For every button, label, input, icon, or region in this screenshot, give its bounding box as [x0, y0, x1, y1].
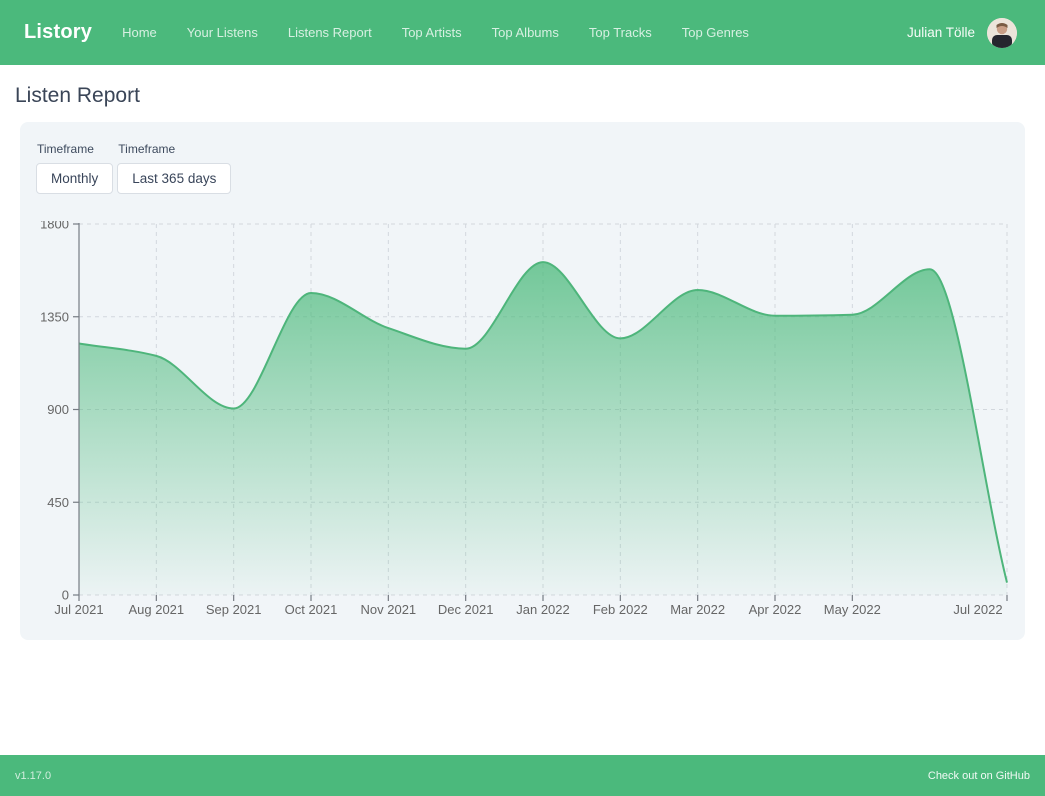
- x-tick-label: Oct 2021: [285, 602, 338, 617]
- timeframe-range-label: Timeframe: [118, 142, 231, 156]
- github-link[interactable]: Check out on GitHub: [928, 770, 1030, 782]
- app-version: v1.17.0: [15, 770, 51, 782]
- brand-logo[interactable]: Listory: [24, 21, 92, 44]
- timeframe-range-select[interactable]: Last 365 days: [117, 163, 231, 194]
- nav-item-home[interactable]: Home: [122, 25, 157, 40]
- user-menu[interactable]: Julian Tölle: [907, 18, 1017, 48]
- x-tick-label: Jul 2021: [54, 602, 103, 617]
- area-fill: [79, 262, 1007, 595]
- x-tick-label: Apr 2022: [749, 602, 802, 617]
- x-tick-label: Feb 2022: [593, 602, 648, 617]
- nav-item-top-artists[interactable]: Top Artists: [402, 25, 462, 40]
- nav-item-top-genres[interactable]: Top Genres: [682, 25, 749, 40]
- timeframe-range-group: Timeframe Last 365 days: [117, 142, 231, 194]
- nav-item-top-tracks[interactable]: Top Tracks: [589, 25, 652, 40]
- nav-item-your-listens[interactable]: Your Listens: [187, 25, 258, 40]
- navbar: Listory Home Your Listens Listens Report…: [0, 0, 1045, 65]
- timeframe-unit-select[interactable]: Monthly: [36, 163, 113, 194]
- timeframe-unit-group: Timeframe Monthly: [36, 142, 113, 194]
- main-nav: Home Your Listens Listens Report Top Art…: [122, 25, 749, 40]
- page-title: Listen Report: [15, 84, 1045, 108]
- x-tick-label: Dec 2021: [438, 602, 494, 617]
- x-tick-label: Nov 2021: [361, 602, 417, 617]
- x-tick-label: Jan 2022: [516, 602, 570, 617]
- user-avatar[interactable]: [987, 18, 1017, 48]
- y-tick-label: 450: [47, 495, 69, 510]
- nav-item-top-albums[interactable]: Top Albums: [492, 25, 559, 40]
- user-name: Julian Tölle: [907, 25, 975, 40]
- y-tick-label: 900: [47, 402, 69, 417]
- y-tick-label: 1800: [40, 221, 69, 232]
- avatar-photo: [987, 18, 1017, 48]
- report-card: Timeframe Monthly Timeframe Last 365 day…: [20, 122, 1025, 640]
- x-tick-label: Mar 2022: [670, 602, 725, 617]
- x-tick-label: Sep 2021: [206, 602, 262, 617]
- timeframe-controls: Timeframe Monthly Timeframe Last 365 day…: [36, 142, 1009, 194]
- listens-area-chart[interactable]: 0 450 900 1350 1800 Jul 2021 Aug 2021 Sep 2021 O…: [36, 221, 1009, 621]
- y-tick-label: 1350: [40, 309, 69, 324]
- y-tick-label: 0: [62, 588, 69, 603]
- x-tick-label: Aug 2021: [128, 602, 184, 617]
- nav-item-listens-report[interactable]: Listens Report: [288, 25, 372, 40]
- timeframe-unit-label: Timeframe: [37, 142, 113, 156]
- x-tick-label: Jul 2022: [953, 602, 1002, 617]
- x-tick-label: May 2022: [824, 602, 881, 617]
- footer: v1.17.0 Check out on GitHub: [0, 755, 1045, 796]
